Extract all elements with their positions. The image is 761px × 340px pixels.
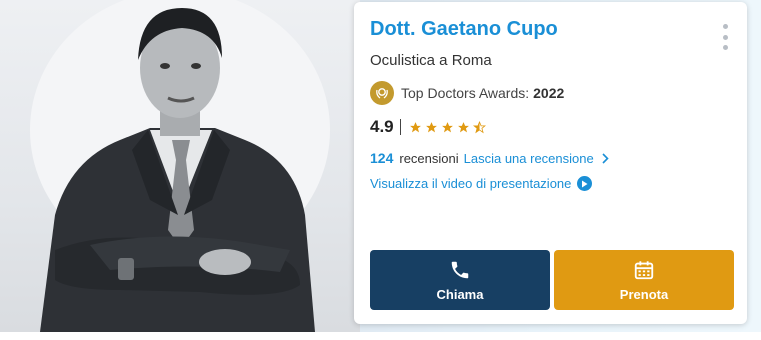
chevron-right-icon [602,152,609,164]
star-rating [409,120,486,134]
more-options-icon[interactable] [723,24,729,50]
book-button[interactable]: Prenota [554,250,734,310]
star-full-icon [457,121,469,132]
bottom-strip [0,332,761,340]
call-button[interactable]: Chiama [370,250,550,310]
phone-icon [451,261,469,278]
rating-row: 4.9 [370,117,486,137]
doctor-specialty: Oculistica a Roma [370,52,492,69]
reviews-label: recensioni [399,150,459,166]
star-full-icon [441,121,453,132]
book-button-label: Prenota [619,286,669,302]
video-presentation-link[interactable]: Visualizza il video di presentazione [370,176,593,191]
video-link-label: Visualizza il video di presentazione [370,176,572,191]
reviews-count[interactable]: 124 [370,150,393,166]
laurel-badge-icon [370,81,394,105]
rating-divider [399,119,401,135]
leave-review-label: Lascia una recensione [463,150,594,166]
star-full-icon [425,121,437,132]
reviews-row: 124 recensioni Lascia una recensione [370,150,609,166]
leave-review-link[interactable]: Lascia una recensione [464,151,609,166]
star-half-icon [472,120,486,133]
award-year: 2022 [533,85,565,101]
doctor-card: Dott. Gaetano Cupo Oculistica a Roma Top… [354,2,747,324]
doctor-photo [0,0,360,332]
doctor-name[interactable]: Dott. Gaetano Cupo [370,18,558,41]
award-row: Top Doctors Awards: 2022 [370,81,564,105]
calendar-icon [634,260,654,279]
star-full-icon [409,121,421,132]
award-label: Top Doctors Awards: [401,85,530,101]
play-icon [577,176,593,191]
rating-value: 4.9 [370,117,394,136]
call-button-label: Chiama [436,286,484,302]
